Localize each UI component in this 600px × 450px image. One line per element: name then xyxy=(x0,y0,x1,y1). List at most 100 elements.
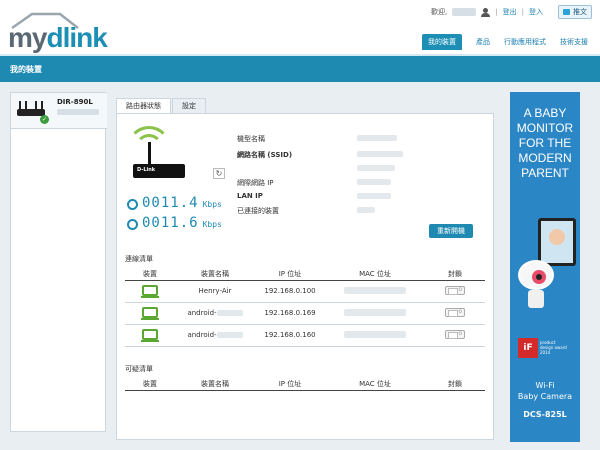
logo-my: my xyxy=(8,22,47,53)
ad-subtitle-line: Baby Camera xyxy=(517,392,573,401)
name-redacted xyxy=(216,332,243,338)
nav-support[interactable]: 技術支援 xyxy=(560,37,588,47)
tab-router-status[interactable]: 路由器狀態 xyxy=(116,98,171,114)
mac-redacted xyxy=(344,330,406,338)
ad-subtitle-line: Wi-Fi xyxy=(535,381,555,390)
upload-speed: 0011.4 Kbps xyxy=(127,194,222,210)
download-speed-value: 0011.6 xyxy=(142,215,199,231)
col-block: 封鎖 xyxy=(425,378,485,391)
name-redacted xyxy=(216,310,243,316)
upload-icon xyxy=(127,199,138,210)
device-name: DIR-890L xyxy=(57,98,93,106)
router-wifi-icon: D-Link xyxy=(125,124,189,180)
tab-bar: 路由器狀態 設定 xyxy=(116,98,207,114)
page-title: 我的裝置 xyxy=(10,65,42,74)
col-mac: MAC 位址 xyxy=(325,268,425,281)
download-speed: 0011.6 Kbps xyxy=(127,214,222,230)
nav-products[interactable]: 產品 xyxy=(476,37,490,47)
ad-headline-line: MONITOR xyxy=(516,121,574,135)
reboot-button[interactable]: 重新開機 xyxy=(429,224,473,238)
upload-speed-value: 0011.4 xyxy=(142,195,199,211)
model-value-redacted xyxy=(357,135,397,141)
mydlink-logo[interactable]: mydlink xyxy=(8,12,108,53)
col-ip: IP 位址 xyxy=(255,378,325,391)
ad-model: DCS-825L xyxy=(523,410,567,419)
username-redacted xyxy=(452,8,477,16)
status-panel: D-Link ↻ 0011.4 Kbps 0011.6 Kbps 機型名稱 網路… xyxy=(116,113,494,440)
online-check-icon: ✓ xyxy=(40,115,49,124)
nav-mobile-apps[interactable]: 行動應用程式 xyxy=(504,37,546,47)
col-ip: IP 位址 xyxy=(255,268,325,281)
ip-cell: 192.168.0.160 xyxy=(255,324,325,347)
welcome-text: 歡迎, xyxy=(431,8,448,16)
suspect-list-title: 可疑清單 xyxy=(125,365,153,373)
ad-headline: A BABY MONITOR FOR THE MODERN PARENT xyxy=(510,106,580,181)
nav-my-devices[interactable]: 我的裝置 xyxy=(422,34,462,50)
connection-list-title: 連線清單 xyxy=(125,255,153,263)
tweet-button[interactable]: 推文 xyxy=(558,5,592,19)
block-toggle[interactable] xyxy=(445,329,465,339)
if-award-badge: iF xyxy=(518,338,538,358)
wan-ip-label: 網際網路 IP xyxy=(237,179,274,187)
laptop-icon xyxy=(141,284,159,298)
user-icon[interactable] xyxy=(481,7,491,17)
laptop-icon xyxy=(141,328,159,342)
download-speed-unit: Kbps xyxy=(202,220,222,229)
title-bar: 我的裝置 xyxy=(0,54,600,82)
ad-headline-line: PARENT xyxy=(521,166,569,180)
device-item[interactable]: ✓ DIR-890L xyxy=(11,93,107,129)
laptop-icon xyxy=(141,306,159,320)
main-panel: 路由器狀態 設定 D-Link ↻ 0011.4 Kbps 0011.6 Kbp… xyxy=(116,92,494,440)
ad-headline-line: FOR THE xyxy=(518,136,572,150)
login-link[interactable]: 登入 xyxy=(529,7,543,17)
suspect-table: 裝置 裝置名稱 IP 位址 MAC 位址 封鎖 xyxy=(125,378,485,391)
lan-ip-label: LAN IP xyxy=(237,192,263,200)
divider: | xyxy=(495,8,498,16)
top-user-bar: 歡迎, | 登出 | 登入 推文 xyxy=(431,5,592,19)
block-toggle[interactable] xyxy=(445,285,465,295)
advertisement-banner[interactable]: A BABY MONITOR FOR THE MODERN PARENT iF … xyxy=(510,92,580,442)
model-label: 機型名稱 xyxy=(237,135,265,143)
ssid-value-redacted xyxy=(357,151,403,157)
col-device: 裝置 xyxy=(125,268,175,281)
baby-camera-image xyxy=(516,260,558,312)
device-name-cell: android- xyxy=(187,309,217,317)
refresh-icon[interactable]: ↻ xyxy=(213,168,225,179)
device-name-cell: Henry-Air xyxy=(175,280,255,303)
upload-speed-unit: Kbps xyxy=(202,200,222,209)
wan-ip-value-redacted xyxy=(357,179,391,185)
header: mydlink 歡迎, | 登出 | 登入 推文 我的裝置 產品 行動應用程式 … xyxy=(0,0,600,54)
block-toggle[interactable] xyxy=(445,307,465,317)
device-name-cell: android- xyxy=(187,331,217,339)
table-row: android- 192.168.0.160 xyxy=(125,324,485,347)
award-text: product design award 2014 xyxy=(540,340,576,355)
device-list: ✓ DIR-890L xyxy=(10,92,107,432)
table-row: android- 192.168.0.169 xyxy=(125,302,485,325)
connected-count-redacted xyxy=(357,207,375,213)
tweet-label: 推文 xyxy=(573,8,587,16)
twitter-icon xyxy=(563,9,570,15)
connected-devices-label: 已連接的裝置 xyxy=(237,207,279,215)
main-nav: 我的裝置 產品 行動應用程式 技術支援 xyxy=(422,34,588,50)
ad-headline-line: A BABY xyxy=(523,106,567,120)
divider: | xyxy=(521,8,524,16)
download-icon xyxy=(127,219,138,230)
mac-redacted xyxy=(344,286,406,294)
logout-link[interactable]: 登出 xyxy=(503,7,517,17)
table-row: Henry-Air 192.168.0.100 xyxy=(125,280,485,303)
col-device-name: 裝置名稱 xyxy=(175,378,255,391)
device-id-redacted xyxy=(57,109,99,115)
ssid-label: 網路名稱 (SSID) xyxy=(237,151,293,159)
lan-ip-value-redacted xyxy=(357,193,391,199)
logo-dlink: dlink xyxy=(46,22,107,53)
baby-image xyxy=(549,229,565,245)
col-device-name: 裝置名稱 xyxy=(175,268,255,281)
tablet-image xyxy=(538,218,576,266)
ip-cell: 192.168.0.100 xyxy=(255,280,325,303)
mac-redacted xyxy=(344,308,406,316)
tab-settings[interactable]: 設定 xyxy=(172,98,206,114)
ssid-value-redacted xyxy=(357,165,395,171)
col-device: 裝置 xyxy=(125,378,175,391)
ad-headline-line: MODERN xyxy=(518,151,572,165)
connection-table: 裝置 裝置名稱 IP 位址 MAC 位址 封鎖 Henry-Air 192.16… xyxy=(125,268,485,347)
